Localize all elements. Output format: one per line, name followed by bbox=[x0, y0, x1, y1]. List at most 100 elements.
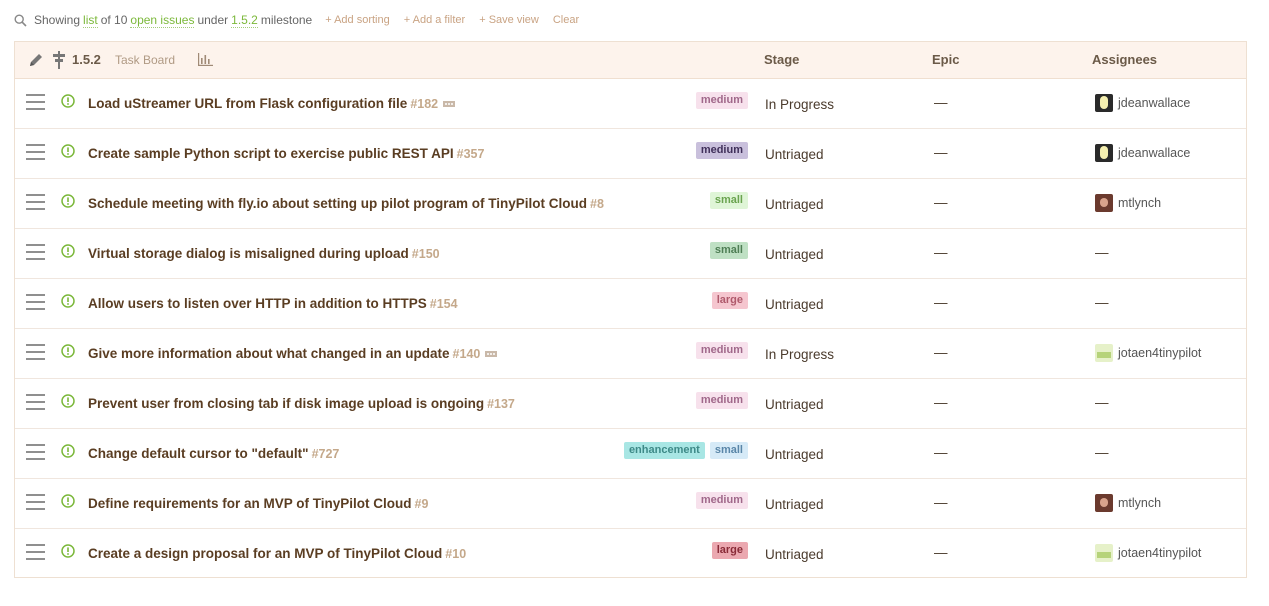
assignee-name[interactable]: jdeanwallace bbox=[1118, 146, 1190, 160]
milestone-filter-link[interactable]: 1.5.2 bbox=[231, 13, 258, 28]
drag-handle-icon[interactable] bbox=[26, 344, 45, 360]
table-row[interactable]: Prevent user from closing tab if disk im… bbox=[15, 379, 1246, 429]
issue-stage[interactable]: Untriaged bbox=[765, 197, 824, 212]
stage-column-header[interactable]: Stage bbox=[764, 42, 799, 78]
add-sorting-link[interactable]: + Add sorting bbox=[325, 14, 390, 26]
issue-title[interactable]: Change default cursor to "default" bbox=[88, 446, 309, 461]
assignee[interactable]: mtlynch bbox=[1095, 194, 1161, 212]
issue-number[interactable]: #182 bbox=[410, 97, 438, 111]
drag-handle-icon[interactable] bbox=[26, 294, 45, 310]
issue-stage[interactable]: In Progress bbox=[765, 97, 834, 112]
assignee-name[interactable]: mtlynch bbox=[1118, 196, 1161, 210]
list-view-link[interactable]: list bbox=[83, 13, 98, 28]
save-view-link[interactable]: + Save view bbox=[479, 14, 539, 26]
table-row[interactable]: Change default cursor to "default" #727 e… bbox=[15, 429, 1246, 479]
assignee-empty[interactable]: — bbox=[1095, 245, 1109, 260]
issue-title[interactable]: Define requirements for an MVP of TinyPi… bbox=[88, 496, 412, 511]
label-badge[interactable]: large bbox=[711, 292, 748, 309]
issue-epic[interactable]: — bbox=[934, 95, 948, 110]
open-issues-link[interactable]: open issues bbox=[130, 13, 195, 28]
issue-epic[interactable]: — bbox=[934, 345, 948, 360]
label-badge[interactable]: small bbox=[709, 192, 748, 209]
issue-number[interactable]: #727 bbox=[312, 447, 340, 461]
assignees-column-header[interactable]: Assignees bbox=[1092, 42, 1157, 78]
label-badge[interactable]: small bbox=[709, 442, 748, 459]
label-badge[interactable]: enhancement bbox=[623, 442, 705, 459]
table-row[interactable]: Schedule meeting with fly.io about setti… bbox=[15, 179, 1246, 229]
issue-title[interactable]: Prevent user from closing tab if disk im… bbox=[88, 396, 484, 411]
issue-number[interactable]: #150 bbox=[412, 247, 440, 261]
assignee-name[interactable]: jotaen4tinypilot bbox=[1118, 346, 1201, 360]
assignee-empty[interactable]: — bbox=[1095, 295, 1109, 310]
issue-number[interactable]: #357 bbox=[457, 147, 485, 161]
issue-title[interactable]: Create sample Python script to exercise … bbox=[88, 146, 454, 161]
issue-title[interactable]: Give more information about what changed… bbox=[88, 346, 450, 361]
label-badge[interactable]: medium bbox=[695, 392, 748, 409]
drag-handle-icon[interactable] bbox=[26, 494, 45, 510]
assignee[interactable]: mtlynch bbox=[1095, 494, 1161, 512]
issue-epic[interactable]: — bbox=[934, 145, 948, 160]
assignee[interactable]: jdeanwallace bbox=[1095, 144, 1190, 162]
issue-title[interactable]: Create a design proposal for an MVP of T… bbox=[88, 546, 442, 561]
task-board-link[interactable]: Task Board bbox=[115, 42, 175, 78]
issue-title[interactable]: Allow users to listen over HTTP in addit… bbox=[88, 296, 427, 311]
drag-handle-icon[interactable] bbox=[26, 94, 45, 110]
pencil-icon[interactable] bbox=[28, 52, 44, 68]
search-icon[interactable] bbox=[14, 13, 27, 27]
assignee[interactable]: jotaen4tinypilot bbox=[1095, 544, 1201, 562]
assignee-name[interactable]: mtlynch bbox=[1118, 496, 1161, 510]
issue-title[interactable]: Schedule meeting with fly.io about setti… bbox=[88, 196, 587, 211]
table-row[interactable]: Allow users to listen over HTTP in addit… bbox=[15, 279, 1246, 329]
drag-handle-icon[interactable] bbox=[26, 444, 45, 460]
issue-stage[interactable]: Untriaged bbox=[765, 547, 824, 562]
table-row[interactable]: Create sample Python script to exercise … bbox=[15, 129, 1246, 179]
more-ellipsis-icon[interactable] bbox=[485, 351, 498, 358]
assignee-name[interactable]: jotaen4tinypilot bbox=[1118, 546, 1201, 560]
add-filter-link[interactable]: + Add a filter bbox=[404, 14, 465, 26]
issue-number[interactable]: #154 bbox=[430, 297, 458, 311]
label-badge[interactable]: large bbox=[711, 542, 748, 559]
issue-epic[interactable]: — bbox=[934, 295, 948, 310]
issue-stage[interactable]: Untriaged bbox=[765, 297, 824, 312]
table-row[interactable]: Define requirements for an MVP of TinyPi… bbox=[15, 479, 1246, 529]
label-badge[interactable]: medium bbox=[695, 92, 748, 109]
issue-title[interactable]: Load uStreamer URL from Flask configurat… bbox=[88, 96, 407, 111]
drag-handle-icon[interactable] bbox=[26, 194, 45, 210]
issue-number[interactable]: #10 bbox=[445, 547, 466, 561]
label-badge[interactable]: medium bbox=[695, 142, 748, 159]
assignee-empty[interactable]: — bbox=[1095, 445, 1109, 460]
issue-stage[interactable]: In Progress bbox=[765, 347, 834, 362]
drag-handle-icon[interactable] bbox=[26, 544, 45, 560]
issue-stage[interactable]: Untriaged bbox=[765, 397, 824, 412]
bar-chart-icon[interactable] bbox=[198, 53, 213, 66]
drag-handle-icon[interactable] bbox=[26, 144, 45, 160]
table-row[interactable]: Virtual storage dialog is misaligned dur… bbox=[15, 229, 1246, 279]
assignee[interactable]: jdeanwallace bbox=[1095, 94, 1190, 112]
issue-epic[interactable]: — bbox=[934, 545, 948, 560]
issue-stage[interactable]: Untriaged bbox=[765, 147, 824, 162]
assignee[interactable]: jotaen4tinypilot bbox=[1095, 344, 1201, 362]
issue-epic[interactable]: — bbox=[934, 195, 948, 210]
assignee-name[interactable]: jdeanwallace bbox=[1118, 96, 1190, 110]
clear-link[interactable]: Clear bbox=[553, 14, 579, 26]
drag-handle-icon[interactable] bbox=[26, 244, 45, 260]
issue-number[interactable]: #137 bbox=[487, 397, 515, 411]
table-row[interactable]: Give more information about what changed… bbox=[15, 329, 1246, 379]
issue-number[interactable]: #140 bbox=[453, 347, 481, 361]
issue-epic[interactable]: — bbox=[934, 245, 948, 260]
issue-stage[interactable]: Untriaged bbox=[765, 497, 824, 512]
label-badge[interactable]: medium bbox=[695, 492, 748, 509]
issue-number[interactable]: #8 bbox=[590, 197, 604, 211]
epic-column-header[interactable]: Epic bbox=[932, 42, 959, 78]
table-row[interactable]: Load uStreamer URL from Flask configurat… bbox=[15, 79, 1246, 129]
label-badge[interactable]: medium bbox=[695, 342, 748, 359]
assignee-empty[interactable]: — bbox=[1095, 395, 1109, 410]
issue-epic[interactable]: — bbox=[934, 445, 948, 460]
issue-title[interactable]: Virtual storage dialog is misaligned dur… bbox=[88, 246, 409, 261]
issue-stage[interactable]: Untriaged bbox=[765, 447, 824, 462]
more-ellipsis-icon[interactable] bbox=[443, 101, 456, 108]
issue-epic[interactable]: — bbox=[934, 395, 948, 410]
table-row[interactable]: Create a design proposal for an MVP of T… bbox=[15, 529, 1246, 579]
issue-epic[interactable]: — bbox=[934, 495, 948, 510]
label-badge[interactable]: small bbox=[709, 242, 748, 259]
